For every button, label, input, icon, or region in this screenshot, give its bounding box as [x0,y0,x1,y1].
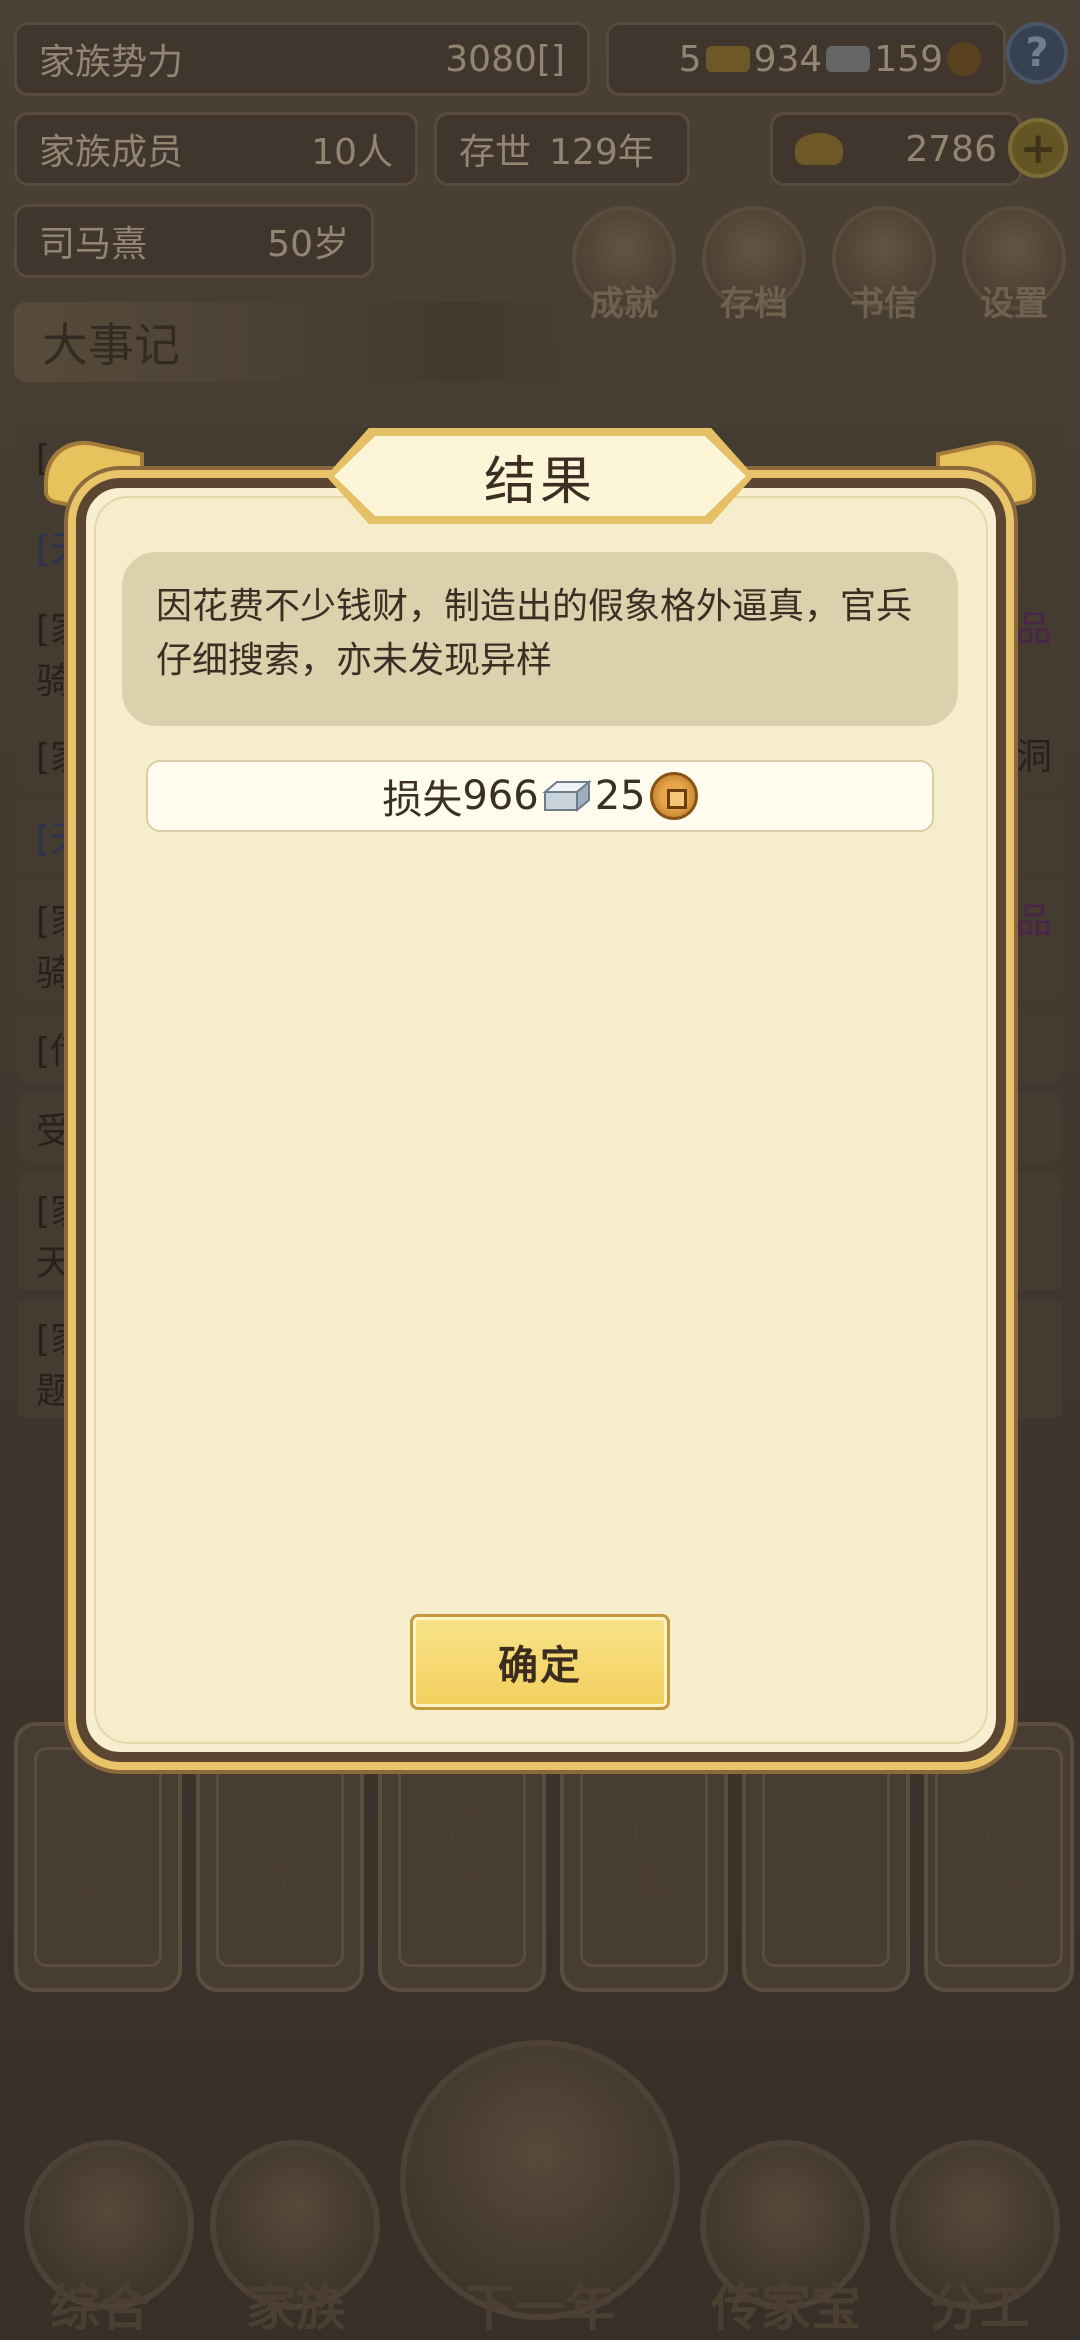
dialog-title: 结果 [483,451,596,512]
dialog-title-plate: 结果 [326,428,754,524]
silver-ingot-icon [541,778,593,814]
copper-coin-icon [649,772,698,820]
loss-coin-amount: 25 [594,773,646,819]
loss-silver-amount: 966 [462,773,539,819]
loss-label: 损失 [382,777,463,823]
loss-summary: 损失 966 25 [146,760,934,832]
result-message: 因花费不少钱财，制造出的假象格外逼真，官兵仔细搜索，亦未发现异样 [122,552,958,726]
confirm-button[interactable]: 确定 [410,1614,670,1710]
